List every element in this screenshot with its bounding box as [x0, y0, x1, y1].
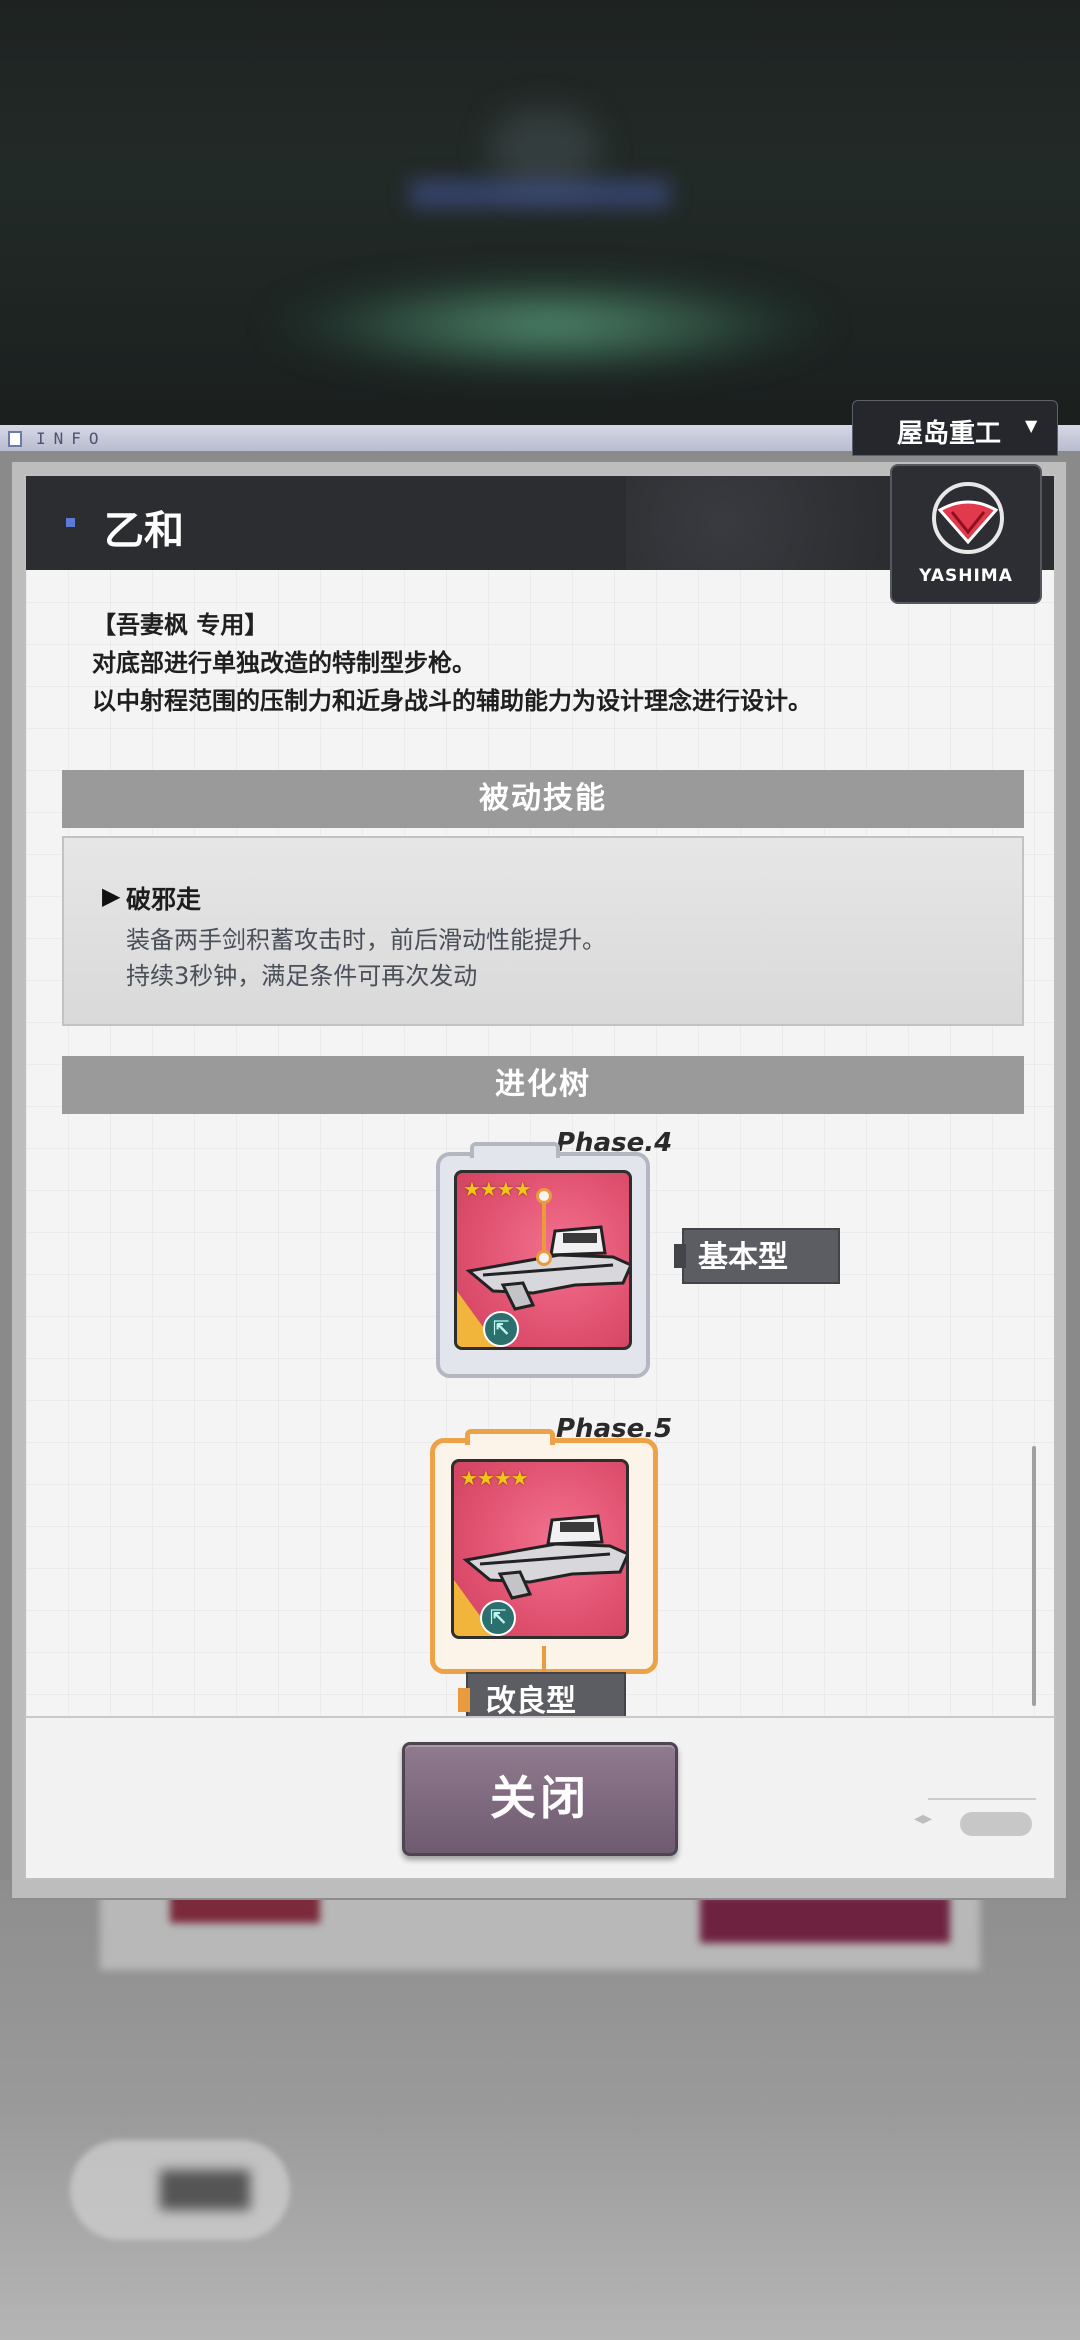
variant-name-tag: 基本型 [674, 1228, 840, 1284]
passive-skill-title: 被动技能 [479, 781, 607, 816]
star-rating: ★★★★ [460, 1466, 529, 1490]
background-blur [410, 180, 670, 208]
weapon-description: 【吾妻枫 专用】 对底部进行单独改造的特制型步枪。 以中射程范围的压制力和近身战… [92, 606, 1012, 720]
page-arrows-icon: ◂▸ [914, 1808, 933, 1829]
connector-node [536, 1250, 552, 1266]
passive-skill-header: 被动技能 [62, 770, 1024, 828]
background-blur [700, 1895, 950, 1943]
weapon-title: 乙和 [104, 508, 184, 554]
connector-node [536, 1188, 552, 1204]
weapon-info-modal: 乙和 【吾妻枫 专用】 对底部进行单独改造的特制型步枪。 以中射程范围的压制力和… [24, 474, 1056, 1880]
skill-description-line: 装备两手剑积蓄攻击时，前后滑动性能提升。 [126, 926, 606, 954]
star-rating: ★★★★ [463, 1177, 532, 1201]
passive-skill-box: ▶ 破邪走 装备两手剑积蓄攻击时，前后滑动性能提升。 持续3秒钟，满足条件可再次… [62, 836, 1024, 1026]
page-indicator [960, 1812, 1032, 1836]
weapon-card-image: ★★★★ ⇱ [451, 1459, 629, 1639]
manufacturer-dropdown-label: 屋岛重工 [897, 419, 1002, 449]
weapon-type-icon: ⇱ [483, 1311, 519, 1347]
manufacturer-dropdown[interactable]: 屋岛重工 ▼ [852, 400, 1058, 456]
skill-description-line: 持续3秒钟，满足条件可再次发动 [126, 962, 478, 990]
footer-divider [928, 1798, 1036, 1800]
info-label: INFO [36, 429, 107, 448]
logo-text: YASHIMA [919, 566, 1013, 586]
info-marker-icon [8, 431, 22, 447]
play-triangle-icon: ▶ [102, 882, 121, 910]
close-button[interactable]: 关闭 [402, 1742, 678, 1856]
description-line: 对底部进行单独改造的特制型步枪。 [92, 649, 476, 677]
tag-notch [458, 1688, 470, 1712]
chevron-down-icon: ▼ [1025, 416, 1038, 435]
tag-notch [674, 1244, 686, 1268]
description-line: 【吾妻枫 专用】 [92, 611, 269, 639]
card-tab [465, 1429, 555, 1445]
description-line: 以中射程范围的压制力和近身战斗的辅助能力为设计理念进行设计。 [92, 687, 812, 715]
weapon-type-icon: ⇱ [480, 1600, 516, 1636]
evolution-tree-title: 进化树 [495, 1067, 591, 1102]
weapon-card-phase-5[interactable]: ★★★★ ⇱ [430, 1429, 658, 1674]
background-blur [490, 110, 600, 190]
yashima-logo-icon [932, 482, 1004, 554]
skill-name: 破邪走 [126, 885, 202, 914]
scrollbar[interactable] [1032, 1446, 1036, 1706]
header-dot-icon [66, 518, 75, 527]
evolution-tree-header: 进化树 [62, 1056, 1024, 1114]
variant-name: 改良型 [486, 1684, 576, 1719]
card-tab [470, 1142, 560, 1158]
background-glow [270, 270, 830, 380]
background-blur [160, 2170, 250, 2210]
yashima-logo-badge: YASHIMA [890, 464, 1042, 604]
evolution-connector [542, 1196, 546, 1258]
variant-name: 基本型 [698, 1240, 788, 1275]
